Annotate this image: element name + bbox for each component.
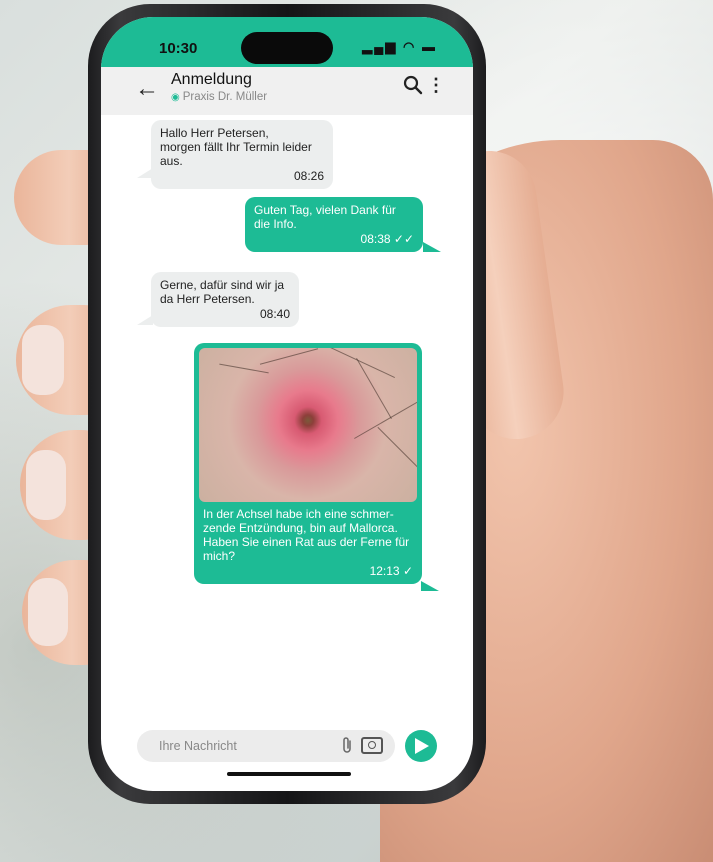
home-indicator xyxy=(227,772,351,776)
bubble-tail xyxy=(137,168,153,178)
message-outgoing-image[interactable]: In der Achsel habe ich eine schmer-zende… xyxy=(194,343,422,584)
message-time: 08:26 xyxy=(293,169,324,183)
send-button[interactable] xyxy=(405,730,437,762)
online-icon: ◉ xyxy=(171,92,180,103)
paperclip-icon[interactable] xyxy=(341,736,353,758)
status-bar: 10:30 ▂▄▆ ◠ ▬ xyxy=(101,17,473,67)
phone-screen: 10:30 ▂▄▆ ◠ ▬ ← Anmeldung ◉ Praxis Dr. Mü… xyxy=(101,17,473,791)
message-input-placeholder: Ihre Nachricht xyxy=(159,739,237,753)
bubble-tail xyxy=(137,315,153,325)
sent-checkmark-icon: ✓ xyxy=(402,564,413,578)
message-text: In der Achsel habe ich eine schmer-zende… xyxy=(203,507,410,563)
chat-header: ← Anmeldung ◉ Praxis Dr. Müller ⋮ xyxy=(101,67,473,115)
status-icons: ▂▄▆ ◠ ▬ xyxy=(362,39,437,55)
fingernail-2 xyxy=(22,325,64,395)
chat-subtitle-text: Praxis Dr. Müller xyxy=(182,91,268,103)
camera-icon[interactable] xyxy=(361,737,383,754)
message-input[interactable]: Ihre Nachricht xyxy=(137,730,395,762)
signal-icon: ▂▄▆ xyxy=(362,39,398,54)
battery-icon: ▬ xyxy=(422,39,437,54)
chat-subtitle: ◉ Praxis Dr. Müller xyxy=(171,91,267,103)
send-icon xyxy=(415,738,429,754)
chat-title[interactable]: Anmeldung xyxy=(171,71,252,89)
read-checkmarks-icon: ✓✓ xyxy=(393,232,414,246)
message-incoming[interactable]: Hallo Herr Petersen, morgen fällt Ihr Te… xyxy=(151,120,333,189)
message-time: 08:38 xyxy=(360,232,391,246)
message-text: Guten Tag, vielen Dank für die Info. xyxy=(254,203,396,231)
search-icon[interactable] xyxy=(403,75,423,101)
bubble-tail xyxy=(421,581,439,591)
message-time: 08:40 xyxy=(259,307,290,321)
bubble-tail xyxy=(423,242,441,252)
message-incoming[interactable]: Gerne, dafür sind wir ja da Herr Peterse… xyxy=(151,272,299,327)
wifi-icon: ◠ xyxy=(403,39,417,54)
message-text: Hallo Herr Petersen, morgen fällt Ihr Te… xyxy=(160,126,312,168)
message-outgoing[interactable]: Guten Tag, vielen Dank für die Info. 08:… xyxy=(245,197,423,252)
message-meta: 08:38 ✓✓ xyxy=(254,232,414,246)
fingernail-3 xyxy=(26,450,66,520)
more-vertical-icon[interactable]: ⋮ xyxy=(427,75,445,96)
message-text: Gerne, dafür sind wir ja da Herr Peterse… xyxy=(160,278,285,306)
arrow-left-icon[interactable]: ← xyxy=(135,75,159,103)
fingernail-4 xyxy=(28,578,68,646)
attached-photo[interactable] xyxy=(199,348,417,502)
dynamic-island xyxy=(241,32,333,64)
message-time: 12:13 xyxy=(369,564,400,578)
status-time: 10:30 xyxy=(159,40,198,57)
message-meta: 12:13 ✓ xyxy=(203,564,413,578)
